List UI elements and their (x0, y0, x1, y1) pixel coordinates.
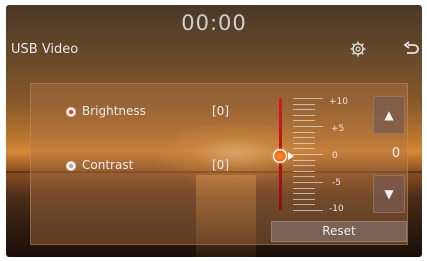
scale-tick (293, 126, 323, 127)
reset-button[interactable]: Reset (271, 221, 407, 242)
gear-icon[interactable] (350, 41, 366, 57)
scale-label-plus10: +10 (329, 97, 348, 107)
scale-label-0: 0 (332, 151, 338, 161)
scale-tick (293, 114, 315, 116)
scale-tick (293, 148, 315, 150)
level-value: 0 (391, 146, 401, 161)
contrast-value: [0] (212, 158, 229, 172)
contrast-radio[interactable] (66, 161, 76, 171)
decrease-button[interactable]: ▼ (373, 175, 405, 213)
brightness-label[interactable]: Brightness (82, 104, 146, 118)
video-settings-screen: 00:00 USB Video Brightness [0] Contrast … (6, 5, 422, 257)
scale-tick (293, 142, 315, 144)
scale-tick (293, 198, 315, 200)
back-arrow-icon[interactable] (402, 41, 420, 57)
triangle-up-icon: ▲ (384, 108, 394, 122)
scale-tick (293, 204, 315, 206)
brightness-radio[interactable] (66, 107, 76, 117)
scale-tick (293, 210, 323, 211)
scale-label-minus5: -5 (332, 178, 341, 188)
triangle-down-icon: ▼ (384, 187, 394, 201)
scale-tick (293, 187, 315, 189)
level-slider-knob[interactable] (273, 149, 287, 163)
scale-tick (293, 137, 315, 139)
brightness-value: [0] (212, 104, 229, 118)
contrast-label[interactable]: Contrast (82, 158, 133, 172)
scale-tick (293, 170, 315, 172)
scale-tick (293, 176, 315, 178)
scale-tick (293, 103, 315, 105)
scale-tick (293, 182, 323, 183)
scale-tick (293, 154, 323, 155)
page-title: USB Video (11, 42, 79, 57)
scale-tick (293, 131, 315, 133)
scale-label-plus5: +5 (331, 124, 345, 134)
scale-tick (293, 120, 315, 122)
scale-tick (293, 165, 315, 167)
clock: 00:00 (181, 11, 247, 35)
scale-tick (293, 98, 323, 99)
scale-label-minus10: -10 (329, 204, 344, 214)
scale-tick (293, 109, 315, 111)
knob-pointer-icon (288, 152, 294, 160)
scale-tick (293, 193, 315, 195)
adjustment-panel: Brightness [0] Contrast [0] +10 +5 0 -5 … (30, 83, 408, 245)
scale-tick (293, 159, 315, 161)
increase-button[interactable]: ▲ (373, 96, 405, 134)
